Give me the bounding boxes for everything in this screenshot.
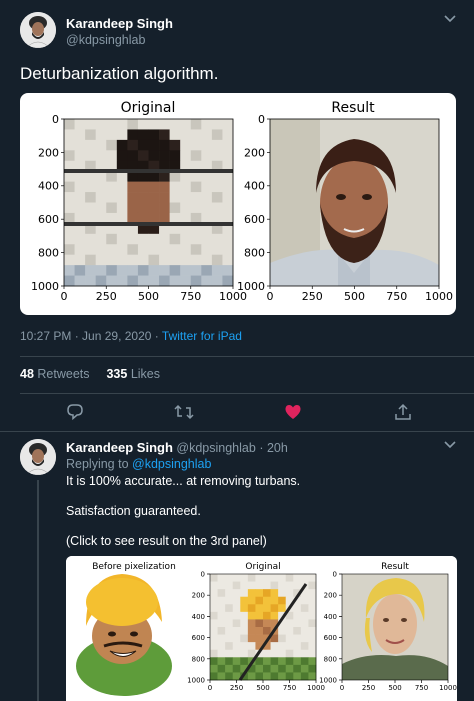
y-tick-label: 400	[38, 180, 59, 193]
y-tick-label: 600	[324, 634, 337, 642]
x-tick-label: 0	[208, 684, 212, 692]
divider	[20, 356, 474, 357]
y-tick-label: 0	[333, 570, 337, 578]
reply-icon[interactable]	[66, 403, 84, 426]
y-tick-label: 200	[38, 146, 59, 159]
x-tick-label: 0	[267, 290, 274, 303]
y-tick-label: 200	[244, 146, 265, 159]
tweet-stats: 48 Retweets 335 Likes	[20, 367, 160, 381]
right-panel-title: Result	[331, 100, 375, 116]
y-tick-label: 800	[244, 246, 265, 259]
likes-stat[interactable]: 335 Likes	[106, 367, 160, 381]
reply-text-line2: Satisfaction guaranteed.	[66, 504, 201, 518]
x-tick-label: 750	[415, 684, 428, 692]
y-tick-label: 400	[192, 613, 205, 621]
panel3-image	[341, 573, 449, 681]
retweets-stat[interactable]: 48 Retweets	[20, 367, 90, 381]
x-tick-label: 750	[386, 290, 407, 303]
y-tick-label: 200	[324, 592, 337, 600]
y-tick-label: 0	[52, 113, 59, 126]
author-handle[interactable]: @kdpsinghlab	[66, 33, 145, 47]
tweet-text: Deturbanization algorithm.	[20, 64, 219, 83]
tweet-image[interactable]: Original Result 0 200 400 600 800 1000 0 250 50…	[20, 93, 456, 315]
author-name[interactable]: Karandeep Singh	[66, 16, 173, 31]
x-tick-label: 250	[96, 290, 117, 303]
y-tick-label: 0	[258, 113, 265, 126]
x-tick-label: 750	[180, 290, 201, 303]
reply-image[interactable]: Before pixelization Original Result 0 20…	[66, 556, 457, 701]
y-tick-label: 600	[192, 634, 205, 642]
replying-to-link[interactable]: @kdpsinghlab	[132, 457, 211, 471]
y-tick-label: 400	[324, 613, 337, 621]
x-tick-label: 0	[340, 684, 344, 692]
retweet-icon[interactable]	[174, 403, 194, 426]
chevron-down-icon[interactable]	[444, 14, 456, 27]
x-tick-label: 0	[61, 290, 68, 303]
heart-icon[interactable]	[284, 403, 302, 426]
reply-text-line3: (Click to see result on the 3rd panel)	[66, 534, 267, 548]
reply-text-line1: It is 100% accurate... at removing turba…	[66, 474, 301, 488]
y-tick-label: 1000	[31, 280, 59, 293]
tweet-timestamp[interactable]: 10:27 PM · Jun 29, 2020 · Twitter for iP…	[20, 329, 242, 343]
divider	[20, 393, 474, 394]
share-icon[interactable]	[394, 403, 412, 426]
panel2-title: Original	[245, 562, 280, 572]
x-tick-label: 250	[230, 684, 243, 692]
right-panel-image	[269, 118, 440, 287]
x-tick-label: 1000	[425, 290, 453, 303]
x-tick-label: 500	[256, 684, 269, 692]
thread-line	[37, 480, 39, 701]
divider	[0, 431, 474, 432]
y-tick-label: 800	[38, 246, 59, 259]
reply-author-handle[interactable]: @kdpsinghlab	[176, 441, 255, 455]
reply-age[interactable]: 20h	[267, 441, 288, 455]
x-tick-label: 1000	[307, 684, 325, 692]
x-tick-label: 250	[362, 684, 375, 692]
x-tick-label: 500	[388, 684, 401, 692]
x-tick-label: 750	[283, 684, 296, 692]
y-tick-label: 400	[244, 180, 265, 193]
left-panel-image	[63, 118, 234, 287]
x-tick-label: 250	[302, 290, 323, 303]
reply-header: Karandeep Singh @kdpsinghlab · 20h	[66, 440, 288, 455]
y-tick-label: 1000	[187, 676, 205, 684]
y-tick-label: 1000	[319, 676, 337, 684]
chevron-down-icon[interactable]	[444, 440, 456, 453]
x-tick-label: 500	[344, 290, 365, 303]
y-tick-label: 200	[192, 592, 205, 600]
reply-author-name[interactable]: Karandeep Singh	[66, 440, 173, 455]
panel2-image	[209, 573, 317, 681]
tweet-source[interactable]: Twitter for iPad	[162, 329, 242, 343]
y-tick-label: 600	[244, 213, 265, 226]
panel3-title: Result	[381, 562, 409, 572]
x-tick-label: 1000	[439, 684, 457, 692]
y-tick-label: 1000	[237, 280, 265, 293]
author-avatar[interactable]	[20, 12, 56, 48]
x-tick-label: 500	[138, 290, 159, 303]
y-tick-label: 800	[192, 655, 205, 663]
y-tick-label: 800	[324, 655, 337, 663]
replying-to: Replying to @kdpsinghlab	[66, 457, 212, 471]
reply-author-avatar[interactable]	[20, 439, 56, 475]
left-panel-title: Original	[121, 100, 176, 116]
y-tick-label: 0	[201, 570, 205, 578]
panel1-title: Before pixelization	[92, 562, 176, 572]
y-tick-label: 600	[38, 213, 59, 226]
